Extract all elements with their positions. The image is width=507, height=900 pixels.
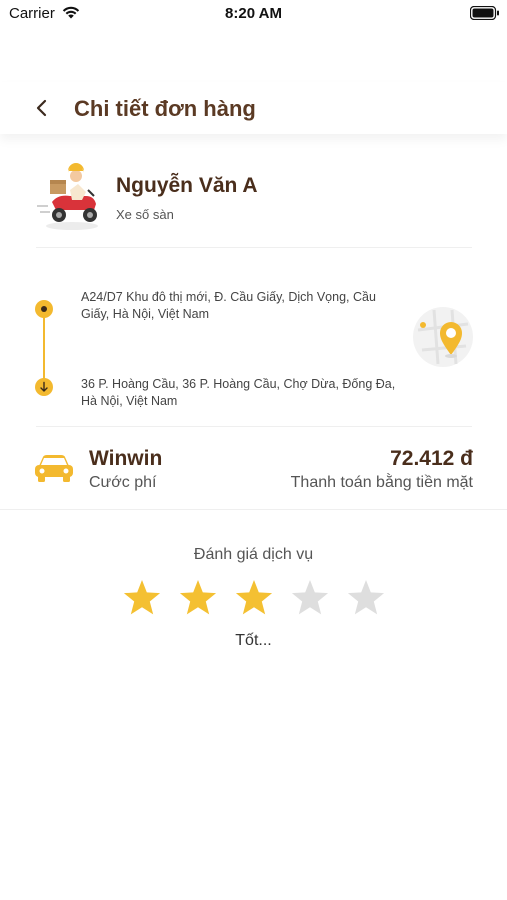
star-icon[interactable] bbox=[290, 578, 330, 618]
status-time: 8:20 AM bbox=[225, 5, 282, 22]
rating-title: Đánh giá dịch vụ bbox=[193, 546, 314, 563]
status-bar: Carrier 8:20 AM bbox=[0, 0, 507, 30]
divider bbox=[36, 426, 472, 427]
back-button[interactable] bbox=[28, 94, 56, 122]
star-icon[interactable] bbox=[234, 578, 274, 618]
nav-bar: Chi tiết đơn hàng bbox=[0, 82, 507, 134]
rating-text: Tốt... bbox=[235, 632, 272, 649]
pickup-address: A24/D7 Khu đô thị mới, Đ. Cầu Giấy, Dịch… bbox=[81, 290, 376, 321]
fare-label: Cước phí bbox=[89, 474, 157, 491]
driver-avatar bbox=[37, 163, 98, 230]
dropoff-marker-icon bbox=[35, 378, 53, 396]
star-icon[interactable] bbox=[178, 578, 218, 618]
dropoff-address: 36 P. Hoàng Cầu, 36 P. Hoàng Cầu, Chợ Dừ… bbox=[81, 377, 396, 408]
driver-name: Nguyễn Văn A bbox=[116, 174, 258, 197]
rating-stars bbox=[122, 578, 386, 618]
vehicle-type: Xe số sàn bbox=[116, 207, 174, 222]
car-icon bbox=[35, 455, 73, 482]
service-name: Winwin bbox=[89, 447, 163, 470]
payment-method: Thanh toán bằng tiền mặt bbox=[290, 474, 473, 491]
battery-icon bbox=[470, 6, 499, 20]
map-pin-icon[interactable] bbox=[412, 306, 474, 368]
fare-amount: 72.412 đ bbox=[390, 447, 473, 470]
page-title: Chi tiết đơn hàng bbox=[74, 96, 256, 121]
arrow-down-icon bbox=[40, 381, 48, 392]
star-icon[interactable] bbox=[122, 578, 162, 618]
star-icon[interactable] bbox=[346, 578, 386, 618]
divider bbox=[0, 509, 507, 510]
chevron-left-icon bbox=[36, 99, 47, 117]
pickup-marker-icon bbox=[35, 300, 53, 318]
divider bbox=[36, 247, 472, 248]
route-line bbox=[43, 310, 45, 386]
